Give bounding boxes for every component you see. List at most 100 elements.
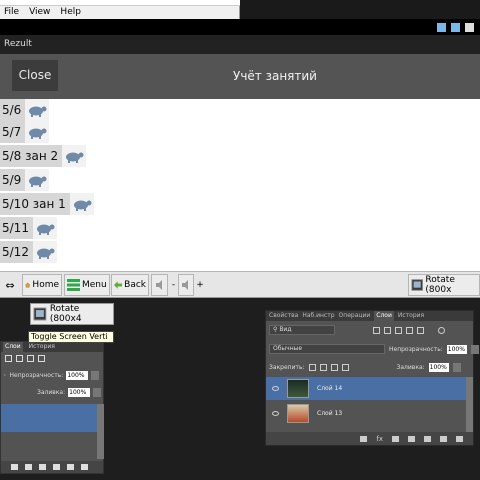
volume-up-button[interactable] bbox=[178, 274, 194, 296]
list-item[interactable]: 5/11 bbox=[0, 217, 57, 239]
turtle-icon[interactable] bbox=[25, 121, 50, 143]
volume-down-button[interactable] bbox=[151, 274, 168, 296]
panel-footer: fx bbox=[266, 432, 473, 445]
mask-icon[interactable] bbox=[25, 464, 32, 470]
blend-mode-select[interactable]: Обычные bbox=[269, 344, 385, 354]
filter-icon[interactable] bbox=[27, 355, 34, 362]
opacity-field[interactable]: 100% bbox=[66, 371, 89, 380]
smart-filter-icon[interactable] bbox=[417, 326, 424, 334]
visibility-eye-icon[interactable] bbox=[272, 411, 279, 416]
menu-file[interactable]: File bbox=[4, 6, 19, 19]
menu-help[interactable]: Help bbox=[60, 6, 81, 19]
resize-arrows-button[interactable]: ⇔ bbox=[0, 274, 20, 296]
folder-icon[interactable] bbox=[424, 435, 431, 442]
back-arrow-icon bbox=[114, 281, 123, 289]
list-item[interactable]: 5/12 bbox=[0, 241, 57, 263]
visibility-eye-icon[interactable] bbox=[272, 386, 279, 391]
tab-history[interactable]: История bbox=[29, 342, 55, 352]
row-label: 5/10 зан 1 bbox=[0, 193, 70, 215]
dropdown-arrow-icon[interactable] bbox=[452, 363, 461, 372]
list-item[interactable]: 5/7 bbox=[0, 121, 50, 143]
filter-icon[interactable] bbox=[16, 355, 23, 362]
turtle-icon[interactable] bbox=[62, 145, 87, 167]
turtle-icon[interactable] bbox=[69, 193, 94, 215]
kind-select[interactable]: ⚲ Вид bbox=[269, 325, 335, 335]
layer-name: Слой 14 bbox=[317, 385, 343, 392]
text-filter-icon[interactable] bbox=[395, 326, 402, 334]
home-button[interactable]: Home bbox=[22, 274, 62, 296]
android-status-bar bbox=[0, 19, 480, 35]
lock-move-icon[interactable] bbox=[330, 364, 338, 371]
dropdown-arrow-icon[interactable] bbox=[470, 344, 479, 354]
filter-icon[interactable] bbox=[5, 355, 12, 362]
close-button[interactable]: Close bbox=[12, 60, 58, 91]
mask-icon[interactable] bbox=[392, 435, 399, 442]
tab-tool-presets[interactable]: Наб.инстр bbox=[302, 311, 334, 321]
folder-icon[interactable] bbox=[53, 464, 60, 470]
adjust-icon[interactable] bbox=[39, 464, 46, 470]
fill-field[interactable]: 100% bbox=[68, 388, 91, 397]
tab-actions[interactable]: Операции bbox=[339, 311, 371, 321]
turtle-icon[interactable] bbox=[25, 169, 50, 191]
menu-view[interactable]: View bbox=[29, 6, 50, 19]
panel-tabs: Слои История bbox=[1, 342, 103, 352]
filter-toggle-icon[interactable] bbox=[438, 326, 445, 334]
rotate-button[interactable]: Rotate (800x bbox=[408, 274, 480, 296]
shape-filter-icon[interactable] bbox=[406, 326, 413, 334]
list-item[interactable]: 5/6 bbox=[0, 99, 50, 121]
layer-name: Слой 13 bbox=[317, 410, 343, 417]
row-label: 5/9 bbox=[0, 169, 26, 191]
turtle-icon[interactable] bbox=[32, 241, 57, 263]
link-icon[interactable] bbox=[360, 435, 368, 442]
back-button[interactable]: Back bbox=[111, 274, 149, 296]
new-layer-icon[interactable] bbox=[440, 435, 447, 442]
menu-button[interactable]: Menu bbox=[64, 274, 110, 296]
tab-layers[interactable]: Слои bbox=[3, 342, 23, 352]
speaker-icon bbox=[155, 280, 162, 290]
trash-icon[interactable] bbox=[456, 435, 463, 442]
trash-icon[interactable] bbox=[81, 464, 88, 470]
dropdown-arrow-icon[interactable] bbox=[93, 388, 102, 397]
turtle-icon[interactable] bbox=[32, 217, 57, 239]
new-layer-icon[interactable] bbox=[67, 464, 74, 470]
fill-field[interactable]: 100% bbox=[428, 363, 449, 372]
fill-row: Заливка: 100% bbox=[1, 386, 103, 399]
fx-button[interactable]: fx bbox=[376, 435, 383, 443]
list-item[interactable]: 5/10 зан 1 bbox=[0, 193, 94, 215]
opacity-field[interactable]: 100% bbox=[446, 344, 467, 354]
tab-layers[interactable]: Слои bbox=[374, 311, 394, 321]
rotate-label: Rotate (800x4 bbox=[49, 304, 82, 324]
row-label: 5/7 bbox=[0, 121, 26, 143]
layers-panel-left: Слои История ◦ Непрозрачность: 100% Зали… bbox=[0, 341, 104, 474]
adjust-filter-icon[interactable] bbox=[384, 326, 391, 334]
emulator-toolbar: ⇔ Home Menu Back - + Rotate (800x bbox=[0, 271, 480, 298]
list-item[interactable]: 5/8 зан 2 bbox=[0, 145, 87, 167]
tab-properties[interactable]: Свойства bbox=[269, 311, 298, 321]
rotate-button-secondary[interactable]: Rotate (800x4 bbox=[30, 303, 114, 325]
scrollbar[interactable] bbox=[97, 404, 104, 459]
dropdown-arrow-icon[interactable] bbox=[91, 371, 100, 380]
layer-row[interactable]: Слой 13 bbox=[266, 402, 467, 425]
lock-all-icon[interactable] bbox=[341, 364, 349, 371]
fill-label: Заливка: bbox=[396, 364, 425, 371]
link-icon[interactable] bbox=[11, 464, 18, 470]
menu-label: Menu bbox=[82, 280, 107, 290]
adjust-icon[interactable] bbox=[408, 435, 415, 442]
lock-brush-icon[interactable] bbox=[319, 364, 327, 371]
lock-transparent-icon[interactable] bbox=[308, 364, 316, 371]
device-icon bbox=[411, 279, 423, 291]
opacity-row: ◦ Непрозрачность: 100% bbox=[1, 369, 103, 382]
selected-layer[interactable] bbox=[1, 404, 97, 432]
row-label: 5/11 bbox=[0, 217, 33, 239]
pixel-filter-icon[interactable] bbox=[373, 326, 380, 334]
list-item[interactable]: 5/9 bbox=[0, 169, 50, 191]
turtle-icon[interactable] bbox=[25, 99, 50, 121]
layer-thumbnail bbox=[287, 379, 309, 398]
panel-tabs: Свойства Наб.инстр Операции Слои История bbox=[266, 311, 473, 321]
rotate-label: Rotate (800x bbox=[425, 275, 455, 295]
tab-history[interactable]: История bbox=[398, 311, 424, 321]
filter-icon[interactable] bbox=[38, 355, 45, 362]
scrollbar[interactable] bbox=[466, 377, 473, 433]
layer-row[interactable]: Слой 14 bbox=[266, 377, 467, 400]
lock-row: Закрепить: Заливка: 100% bbox=[269, 363, 461, 372]
